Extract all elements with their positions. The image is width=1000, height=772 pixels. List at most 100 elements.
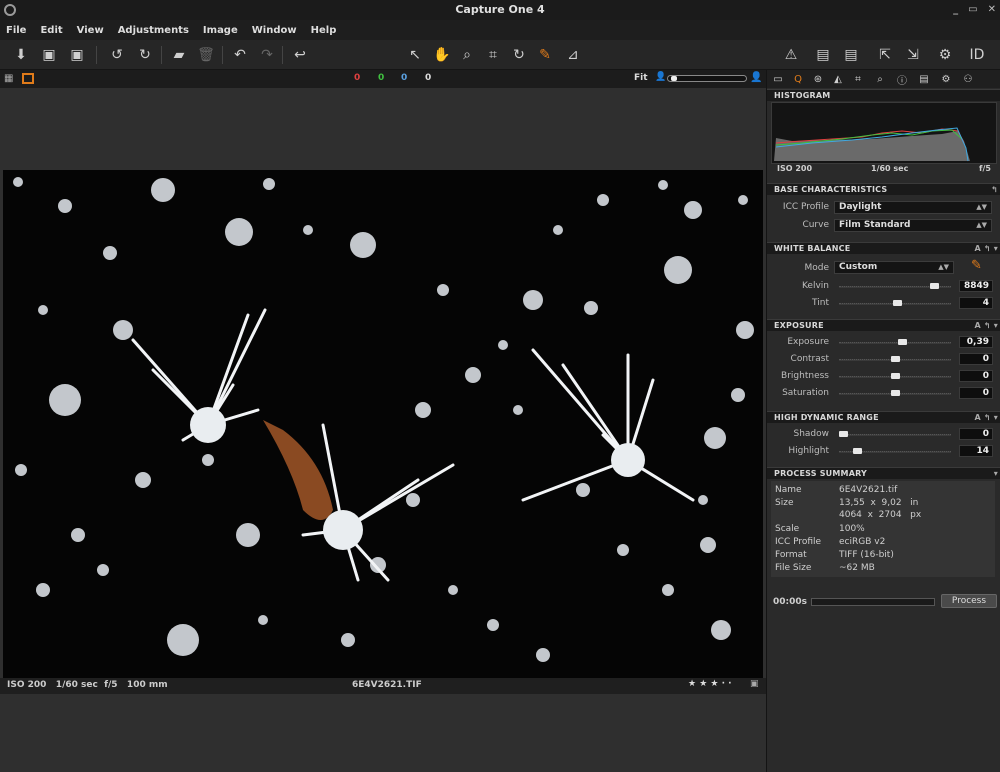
copy-adjustments-icon[interactable]: ⇱ xyxy=(874,45,896,65)
bottom-area xyxy=(0,694,766,772)
star-rating[interactable]: ★ ★ ★ · · xyxy=(688,679,732,689)
hdr-header[interactable]: HIGH DYNAMIC RANGE A ↰ ▾ xyxy=(767,411,1000,423)
tint-slider[interactable] xyxy=(839,299,951,309)
undo-icon[interactable]: ↶ xyxy=(229,45,251,65)
exposure-slider[interactable] xyxy=(839,338,951,348)
person-small-icon: 👤 xyxy=(655,72,667,82)
cursor-tool-icon[interactable]: ↖ xyxy=(404,45,426,65)
new-variant-icon[interactable]: ▤ xyxy=(812,45,834,65)
import-icon[interactable]: ⬇ xyxy=(10,45,32,65)
shadow-thumb[interactable] xyxy=(839,431,848,437)
base-characteristics-header[interactable]: BASE CHARACTERISTICS ↰ xyxy=(767,183,1000,195)
kelvin-value[interactable]: 8849 xyxy=(959,280,993,292)
zoom-fit-label[interactable]: Fit xyxy=(634,73,648,83)
metadata-tab-icon[interactable]: ⓘ xyxy=(895,72,909,87)
title-bar: Capture One 4 _ ▭ ✕ xyxy=(0,0,1000,20)
close-button[interactable]: ✕ xyxy=(988,0,996,20)
settings-tab-icon[interactable]: ⚙ xyxy=(939,72,953,86)
saturation-value[interactable]: 0 xyxy=(959,387,993,399)
tint-value[interactable]: 4 xyxy=(959,297,993,309)
white-balance-picker-icon[interactable]: ✎ xyxy=(534,45,556,65)
zoom-tool-icon[interactable]: ⌕ xyxy=(456,45,478,65)
process-summary-header[interactable]: PROCESS SUMMARY ▾ xyxy=(767,467,1000,479)
exposure-header[interactable]: EXPOSURE A ↰ ▾ xyxy=(767,319,1000,331)
shadow-value[interactable]: 0 xyxy=(959,428,993,440)
menu-bar: File Edit View Adjustments Image Window … xyxy=(0,20,1000,40)
white-balance-header[interactable]: WHITE BALANCE A ↰ ▾ xyxy=(767,242,1000,254)
settings-gear-icon[interactable]: ⚙ xyxy=(934,45,956,65)
menu-file[interactable]: File xyxy=(6,25,26,36)
menu-view[interactable]: View xyxy=(77,25,104,36)
icc-profile-select[interactable]: Daylight ▲▼ xyxy=(834,201,992,214)
output-tab-icon[interactable]: ▤ xyxy=(917,72,931,86)
keystone-tool-icon[interactable]: ⊿ xyxy=(562,45,584,65)
tint-label: Tint xyxy=(812,298,829,308)
tool-inspector: ▭ Q ⊛ ◭ ⌗ ⌕ ⓘ ▤ ⚙ ⚇ HISTOGRAM ISO 200 1/… xyxy=(766,70,1000,772)
process-button[interactable]: Process xyxy=(941,594,997,608)
maximize-button[interactable]: ▭ xyxy=(968,0,977,20)
contrast-label: Contrast xyxy=(790,354,829,364)
menu-image[interactable]: Image xyxy=(203,25,238,36)
saturation-thumb[interactable] xyxy=(891,390,900,396)
saturation-slider[interactable] xyxy=(839,389,951,399)
redo-icon[interactable]: ↷ xyxy=(256,45,278,65)
rotate-tool-icon[interactable]: ↻ xyxy=(508,45,530,65)
highlight-slider[interactable] xyxy=(839,447,951,457)
highlight-thumb[interactable] xyxy=(853,448,862,454)
trash-icon[interactable]: 🗑 xyxy=(195,45,217,65)
menu-adjustments[interactable]: Adjustments xyxy=(118,25,189,36)
library-tab-icon[interactable]: ▭ xyxy=(771,72,785,86)
camera-icon[interactable]: ▣ xyxy=(66,45,88,65)
info-toggle-icon[interactable]: ▣ xyxy=(750,679,759,689)
kelvin-slider[interactable] xyxy=(839,282,951,292)
highlight-value[interactable]: 14 xyxy=(959,445,993,457)
hand-tool-icon[interactable]: ✋ xyxy=(431,45,453,65)
histogram-header[interactable]: HISTOGRAM xyxy=(767,89,1000,101)
brightness-thumb[interactable] xyxy=(891,373,900,379)
clone-variant-icon[interactable]: ▤ xyxy=(840,45,862,65)
contrast-slider[interactable] xyxy=(839,355,951,365)
apply-adjustments-icon[interactable]: ⇲ xyxy=(902,45,924,65)
curve-label: Curve xyxy=(802,220,829,230)
reset-icon[interactable]: ↩ xyxy=(289,45,311,65)
color-tab-icon[interactable]: ⊛ xyxy=(811,72,825,86)
focus-tab-icon[interactable]: ⌕ xyxy=(873,72,887,86)
lens-tab-icon[interactable]: ⌗ xyxy=(851,72,865,86)
tint-thumb[interactable] xyxy=(893,300,902,306)
rotate-left-icon[interactable]: ↺ xyxy=(106,45,128,65)
crop-tool-icon[interactable]: ⌗ xyxy=(482,45,504,65)
contrast-value[interactable]: 0 xyxy=(959,353,993,365)
app-window: Capture One 4 _ ▭ ✕ File Edit View Adjus… xyxy=(0,0,1000,772)
exposure-tab-icon[interactable]: ◭ xyxy=(831,72,845,86)
kelvin-thumb[interactable] xyxy=(930,283,939,289)
brightness-slider[interactable] xyxy=(839,372,951,382)
single-view-icon[interactable] xyxy=(22,73,34,84)
menu-help[interactable]: Help xyxy=(311,25,337,36)
blue-tag-count: 0 xyxy=(401,73,408,83)
capture-icon[interactable]: ▣ xyxy=(38,45,60,65)
exposure-thumb[interactable] xyxy=(898,339,907,345)
camera-id-icon[interactable]: ID xyxy=(966,45,988,65)
batch-tab-icon[interactable]: ⚇ xyxy=(961,72,975,86)
histogram-iso: ISO 200 xyxy=(777,164,813,173)
green-tag-count: 0 xyxy=(378,73,385,83)
exposure-label: Exposure xyxy=(787,337,829,347)
contrast-thumb[interactable] xyxy=(891,356,900,362)
quick-tab-icon[interactable]: Q xyxy=(791,72,805,86)
minimize-button[interactable]: _ xyxy=(953,0,958,20)
wb-mode-select[interactable]: Custom ▲▼ xyxy=(834,261,954,274)
menu-edit[interactable]: Edit xyxy=(40,25,62,36)
warning-icon[interactable]: ⚠ xyxy=(780,45,802,65)
grid-view-icon[interactable]: ▦ xyxy=(4,73,15,84)
rotate-right-icon[interactable]: ↻ xyxy=(134,45,156,65)
exposure-value[interactable]: 0,39 xyxy=(959,336,993,348)
image-viewer[interactable] xyxy=(0,88,766,678)
zoom-slider[interactable] xyxy=(667,75,747,82)
highlight-label: Highlight xyxy=(788,446,829,456)
menu-window[interactable]: Window xyxy=(252,25,297,36)
shadow-slider[interactable] xyxy=(839,430,951,440)
wb-picker-icon[interactable]: ✎ xyxy=(971,258,982,273)
curve-select[interactable]: Film Standard ▲▼ xyxy=(834,219,992,232)
brightness-value[interactable]: 0 xyxy=(959,370,993,382)
folder-icon[interactable]: ▰ xyxy=(168,45,190,65)
